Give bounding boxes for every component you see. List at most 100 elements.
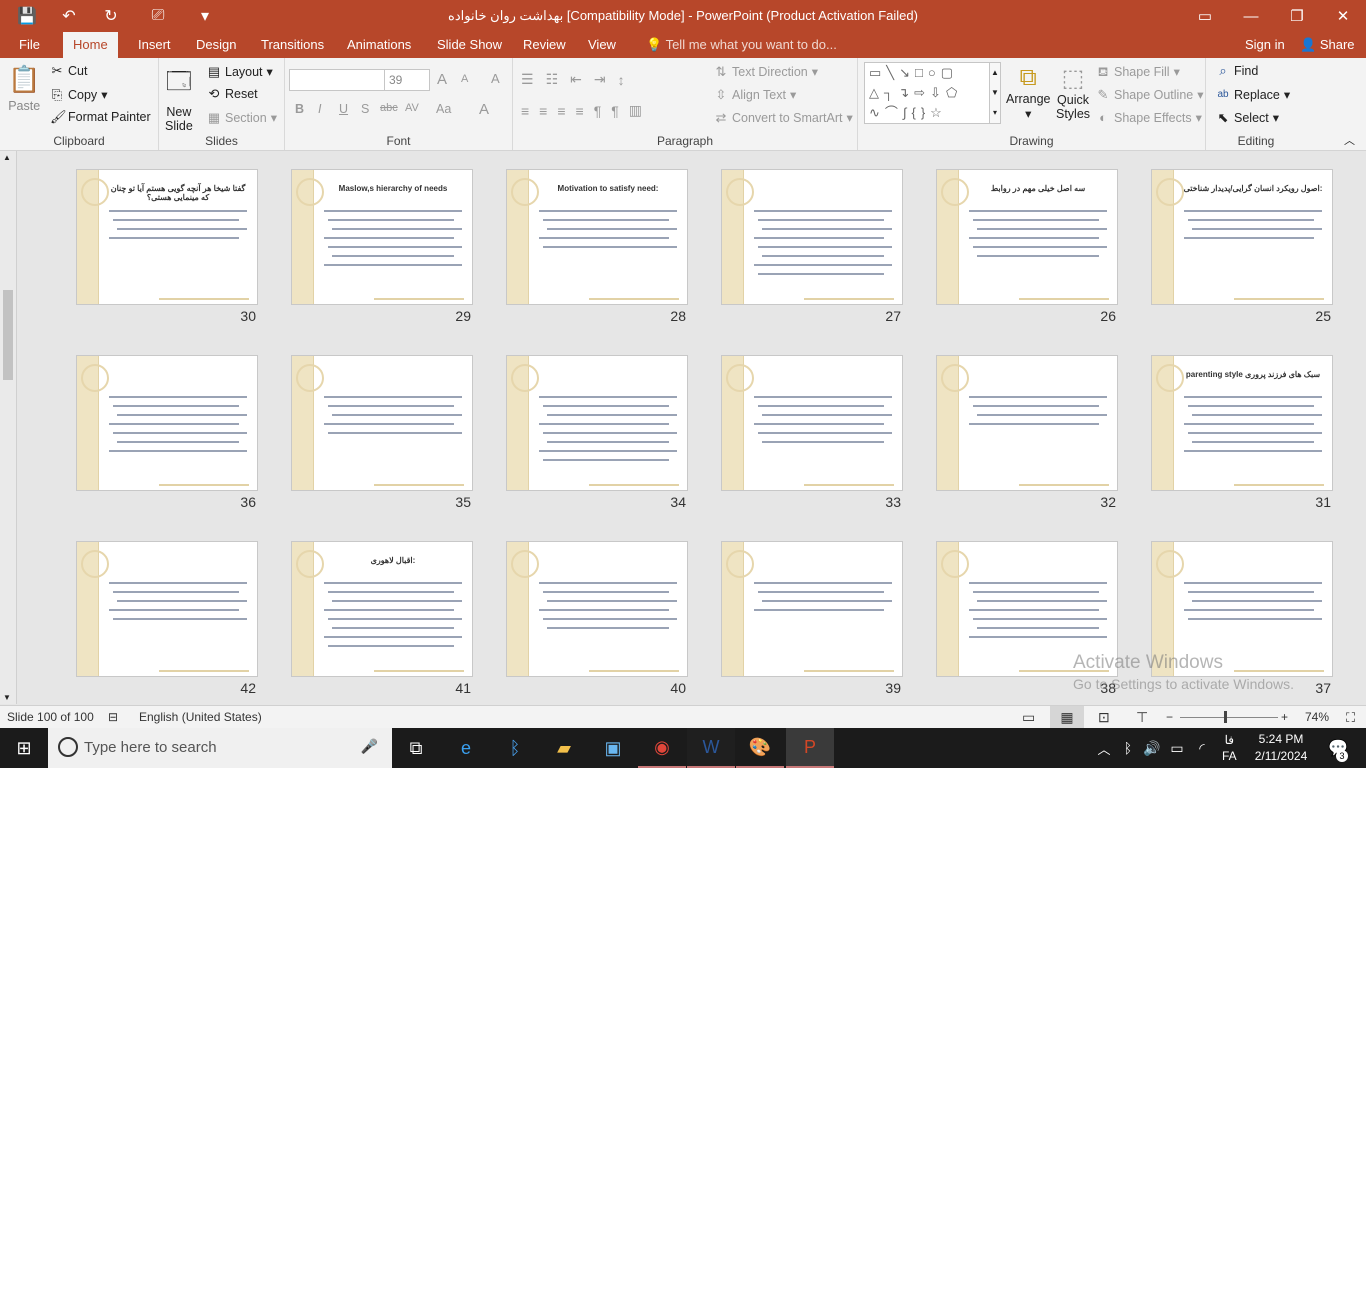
close-button[interactable]: ✕ [1320, 0, 1366, 32]
collapse-ribbon-icon[interactable]: ︿ [1344, 132, 1355, 148]
character-spacing-button[interactable]: AV [405, 102, 419, 114]
slide-thumbnail[interactable] [76, 355, 258, 491]
vertical-scrollbar[interactable]: ▲ ▼ [0, 151, 17, 704]
slide-thumbnail[interactable] [506, 355, 688, 491]
cut-button[interactable]: ✂ Cut [50, 64, 88, 79]
zoom-in-icon[interactable]: + [1281, 706, 1288, 729]
shapes-gallery[interactable]: ▭╲↘□○▢ △┐↴⇨⇩⬠ ∿⌒∫{}☆ [864, 62, 990, 124]
tab-view[interactable]: View [578, 32, 626, 58]
tab-slide-show[interactable]: Slide Show [427, 32, 512, 58]
computer-icon[interactable]: ▣ [589, 728, 637, 768]
select-button[interactable]: ⬉ Select ▾ [1216, 110, 1279, 125]
zoom-slider[interactable] [1180, 711, 1278, 723]
slide-thumbnail[interactable]: اصول رویکرد انسان گرایی/پدیدار شناختی: [1151, 169, 1333, 305]
tab-insert[interactable]: Insert [128, 32, 181, 58]
tab-animations[interactable]: Animations [337, 32, 421, 58]
font-color-button[interactable]: A [479, 101, 489, 118]
minimize-button[interactable]: — [1228, 0, 1274, 32]
scrollbar-thumb[interactable] [3, 290, 13, 380]
edge-icon[interactable]: e [442, 728, 490, 768]
input-language[interactable]: فا FA [1222, 732, 1237, 764]
zoom-slider-thumb[interactable] [1224, 711, 1227, 723]
slide-thumbnail[interactable]: سه اصل خیلی مهم در روابط [936, 169, 1118, 305]
slide-thumbnail[interactable] [936, 355, 1118, 491]
slide-thumbnail[interactable]: parenting style سبک های فرزند پروری [1151, 355, 1333, 491]
slide-thumbnail[interactable] [291, 355, 473, 491]
microphone-icon[interactable]: 🎤 [361, 738, 378, 755]
scroll-down-icon[interactable]: ▼ [3, 693, 11, 702]
grow-font-icon[interactable]: A [437, 71, 447, 88]
change-case-button[interactable]: Aa [436, 102, 451, 116]
italic-button[interactable]: I [318, 102, 321, 116]
wifi-icon[interactable]: ◜ [1190, 728, 1214, 768]
file-explorer-icon[interactable]: ▰ [540, 728, 588, 768]
paste-button[interactable]: 📋 Paste [8, 64, 40, 113]
slide-thumbnail[interactable]: Motivation to satisfy need: [506, 169, 688, 305]
slide-thumbnail[interactable]: گفتا شیخا هر آنچه گویی هستم آیا تو چنان … [76, 169, 258, 305]
shrink-font-icon[interactable]: A [461, 73, 468, 85]
tab-home[interactable]: Home [63, 32, 118, 58]
zoom-level[interactable]: 74% [1305, 706, 1329, 729]
new-slide-button[interactable]: 🗔 New Slide [165, 64, 193, 133]
convert-smartart-button[interactable]: ⇄ Convert to SmartArt ▾ [714, 110, 853, 125]
slide-show-icon[interactable]: ⊤ [1136, 706, 1148, 729]
word-icon[interactable]: W [687, 728, 735, 768]
text-direction-button[interactable]: ⇅ Text Direction ▾ [714, 64, 818, 79]
shape-fill-button[interactable]: ⛾ Shape Fill ▾ [1096, 64, 1180, 79]
share-button[interactable]: 👤 Share [1290, 32, 1365, 58]
action-center-icon[interactable]: 💬 [1318, 728, 1358, 768]
chrome-icon[interactable]: ◉ [638, 728, 686, 768]
font-size-combo[interactable]: 39 [384, 69, 430, 91]
slide-thumbnail[interactable] [76, 541, 258, 677]
section-button[interactable]: ▦ Section ▾ [207, 110, 277, 125]
zoom-out-icon[interactable]: − [1166, 706, 1173, 729]
arrange-button[interactable]: ⧉ Arrange ▾ [1006, 64, 1050, 121]
alignment-buttons[interactable]: ≡ ≡ ≡ ≡ ¶ ¶ ▥ [521, 102, 648, 119]
battery-icon[interactable]: ▭ [1165, 728, 1189, 768]
normal-view-icon[interactable]: ▭ [1022, 706, 1035, 729]
underline-button[interactable]: U [339, 102, 348, 116]
task-view-icon[interactable]: ⧉ [392, 728, 440, 768]
bold-button[interactable]: B [295, 102, 304, 116]
slide-thumbnail[interactable]: Maslow,s hierarchy of needs [291, 169, 473, 305]
spell-check-icon[interactable]: ⊟ [108, 706, 118, 729]
tab-file[interactable]: File [9, 32, 50, 58]
strikethrough-button[interactable]: abc [380, 102, 398, 114]
reading-view-icon[interactable]: ⊡ [1098, 706, 1110, 729]
ribbon-display-options-icon[interactable]: ▭ [1182, 0, 1228, 32]
tab-design[interactable]: Design [186, 32, 246, 58]
taskbar-search-box[interactable]: Type here to search 🎤 [48, 728, 392, 768]
powerpoint-icon[interactable]: P [786, 728, 834, 768]
layout-button[interactable]: ▤ Layout ▾ [207, 64, 273, 79]
slide-thumbnail[interactable] [721, 541, 903, 677]
shape-effects-button[interactable]: ◐ Shape Effects ▾ [1096, 110, 1202, 125]
bluetooth-app-icon[interactable]: ᛒ [491, 728, 539, 768]
quick-styles-button[interactable]: ⬚ Quick Styles [1056, 64, 1090, 121]
scroll-up-icon[interactable]: ▲ [3, 153, 11, 162]
clear-formatting-icon[interactable]: A [491, 71, 500, 86]
tab-transitions[interactable]: Transitions [251, 32, 334, 58]
tell-me-box[interactable]: 💡 Tell me what you want to do... [636, 32, 847, 58]
language-indicator[interactable]: English (United States) [139, 706, 262, 729]
find-button[interactable]: ⌕ Find [1216, 64, 1258, 79]
font-name-combo[interactable] [289, 69, 385, 91]
show-hidden-icons[interactable]: ︿ [1092, 728, 1116, 768]
restore-button[interactable]: ❐ [1274, 0, 1320, 32]
format-painter-button[interactable]: 🖌 Format Painter [50, 110, 151, 125]
shapes-gallery-scroll[interactable]: ▲ ▼ ▾ [989, 62, 1001, 124]
align-text-button[interactable]: ⇳ Align Text ▾ [714, 87, 797, 102]
slide-thumbnail[interactable] [721, 169, 903, 305]
tab-review[interactable]: Review [513, 32, 576, 58]
replace-button[interactable]: ab Replace ▾ [1216, 87, 1290, 103]
list-buttons[interactable]: ☰ ☷ ⇤ ⇥ ↕ [521, 71, 633, 88]
slide-thumbnail[interactable]: اقبال لاهوری: [291, 541, 473, 677]
copy-button[interactable]: ⎘ Copy ▾ [50, 87, 108, 102]
slide-thumbnail[interactable] [506, 541, 688, 677]
sign-in-link[interactable]: Sign in [1235, 32, 1295, 58]
volume-icon[interactable]: 🔊 [1140, 728, 1164, 768]
text-shadow-button[interactable]: S [361, 102, 369, 116]
reset-button[interactable]: ⟲ Reset [207, 87, 258, 102]
paint-icon[interactable]: 🎨 [736, 728, 784, 768]
windows-start-icon[interactable]: ⊞ [0, 728, 48, 768]
fit-to-window-icon[interactable]: ⛶ [1346, 706, 1355, 729]
